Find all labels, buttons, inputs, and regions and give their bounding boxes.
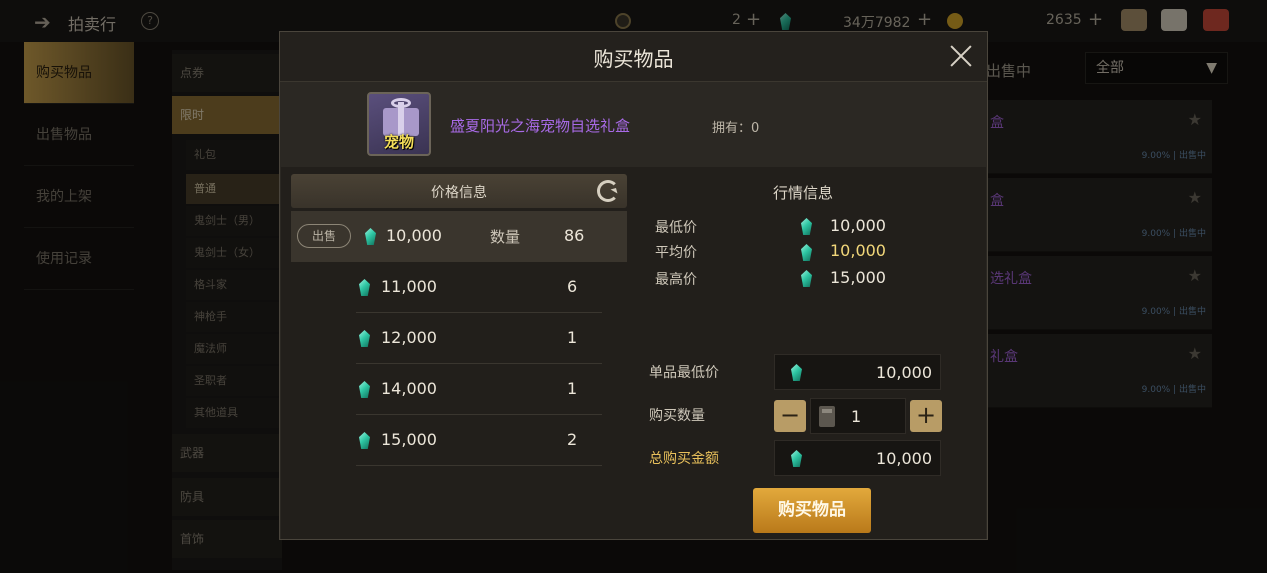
total-amount-label: 总购买金额 [649,451,719,467]
gem-icon [359,279,370,296]
min-price-value: 10,000 [830,216,886,235]
max-price-label: 最高价 [655,272,697,288]
price-quantity: 1 [567,328,578,347]
buy-item-button[interactable]: 购买物品 [753,488,871,533]
price-quantity: 1 [567,379,578,398]
buy-quantity-label: 购买数量 [649,408,705,424]
gem-icon [791,364,802,381]
price-row[interactable]: 11,000 6 [291,262,627,313]
calculator-icon[interactable] [819,406,835,427]
price-value: 15,000 [381,430,437,449]
min-price-label: 最低价 [655,220,697,236]
quantity-label: 数量 [490,228,521,246]
gem-icon [359,381,370,398]
price-row[interactable]: 15,000 2 [291,415,627,466]
quantity-value: 1 [851,407,862,426]
price-row[interactable]: 14,000 1 [291,364,627,415]
price-info-header: 价格信息 [291,174,627,208]
price-row-selected[interactable]: 出售 10,000 数量 86 [291,211,627,262]
unit-min-price-value: 10,000 [876,363,932,382]
item-name: 盛夏阳光之海宠物自选礼盒 [450,117,631,135]
price-quantity: 6 [567,277,578,296]
price-value: 12,000 [381,328,437,347]
price-value: 11,000 [381,277,437,296]
total-amount-value: 10,000 [876,449,932,468]
price-value: 10,000 [386,226,442,245]
quantity-decrease-button[interactable]: − [774,400,806,432]
item-type-tag: 宠物 [383,133,414,151]
price-quantity: 2 [567,430,578,449]
avg-price-label: 平均价 [655,245,697,261]
item-icon: 宠物 [367,92,431,156]
price-info-title: 价格信息 [431,185,487,201]
dialog-title: 购买物品 [593,47,674,71]
gem-icon [359,330,370,347]
dialog-header: 购买物品 [280,32,987,82]
owned-count: 拥有：0 [712,121,760,136]
refresh-icon[interactable] [597,180,619,202]
price-row[interactable]: 12,000 1 [291,313,627,364]
unit-min-price-field: 10,000 [774,354,941,390]
quantity-increase-button[interactable]: + [910,400,942,432]
gem-icon [359,432,370,449]
row-divider [356,465,602,466]
close-icon[interactable] [947,42,975,70]
purchase-dialog: 购买物品 宠物 盛夏阳光之海宠物自选礼盒 拥有：0 价格信息 出售 10,000… [279,31,988,540]
market-info-title: 行情信息 [772,184,833,202]
max-price-value: 15,000 [830,268,886,287]
sell-tag: 出售 [297,224,351,248]
unit-min-price-label: 单品最低价 [649,365,719,381]
quantity-input[interactable]: 1 [810,398,906,434]
price-quantity: 86 [564,226,585,245]
gem-icon [365,228,376,245]
gem-icon [791,450,802,467]
total-amount-field: 10,000 [774,440,941,476]
avg-price-value: 10,000 [830,241,886,260]
price-value: 14,000 [381,379,437,398]
